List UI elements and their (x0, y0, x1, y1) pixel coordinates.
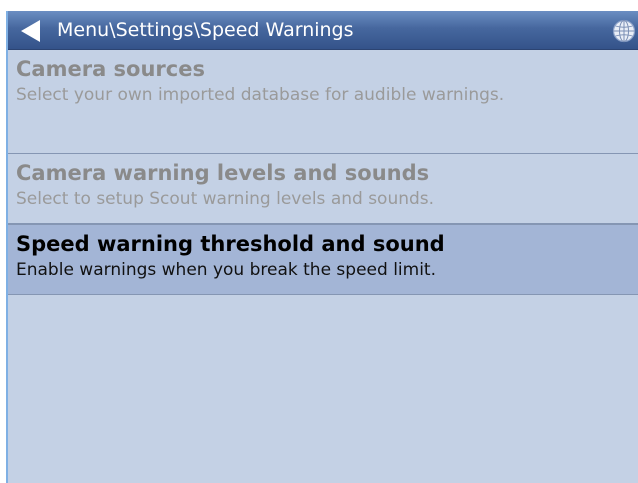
item-description: Select to setup Scout warning levels and… (16, 189, 435, 209)
back-arrow-icon (21, 20, 40, 42)
item-title: Speed warning threshold and sound (16, 232, 445, 256)
list-item-camera-sources[interactable]: Camera sources Select your own imported … (8, 50, 638, 154)
globe-button[interactable] (612, 19, 636, 43)
breadcrumb-path: Menu\Settings\Speed Warnings (57, 19, 354, 41)
globe-icon (612, 19, 636, 43)
item-title: Camera warning levels and sounds (16, 161, 430, 185)
list-item-camera-warning-levels[interactable]: Camera warning levels and sounds Select … (8, 154, 638, 224)
speed-warnings-screen: Menu\Settings\Speed Warnings Camera sour… (6, 11, 638, 483)
list-item-speed-warning-threshold[interactable]: Speed warning threshold and sound Enable… (8, 224, 638, 295)
settings-list: Camera sources Select your own imported … (8, 50, 638, 295)
title-bar: Menu\Settings\Speed Warnings (8, 11, 638, 50)
item-description: Select your own imported database for au… (16, 85, 505, 105)
back-button[interactable] (12, 11, 52, 50)
item-title: Camera sources (16, 57, 205, 81)
item-description: Enable warnings when you break the speed… (16, 260, 436, 280)
